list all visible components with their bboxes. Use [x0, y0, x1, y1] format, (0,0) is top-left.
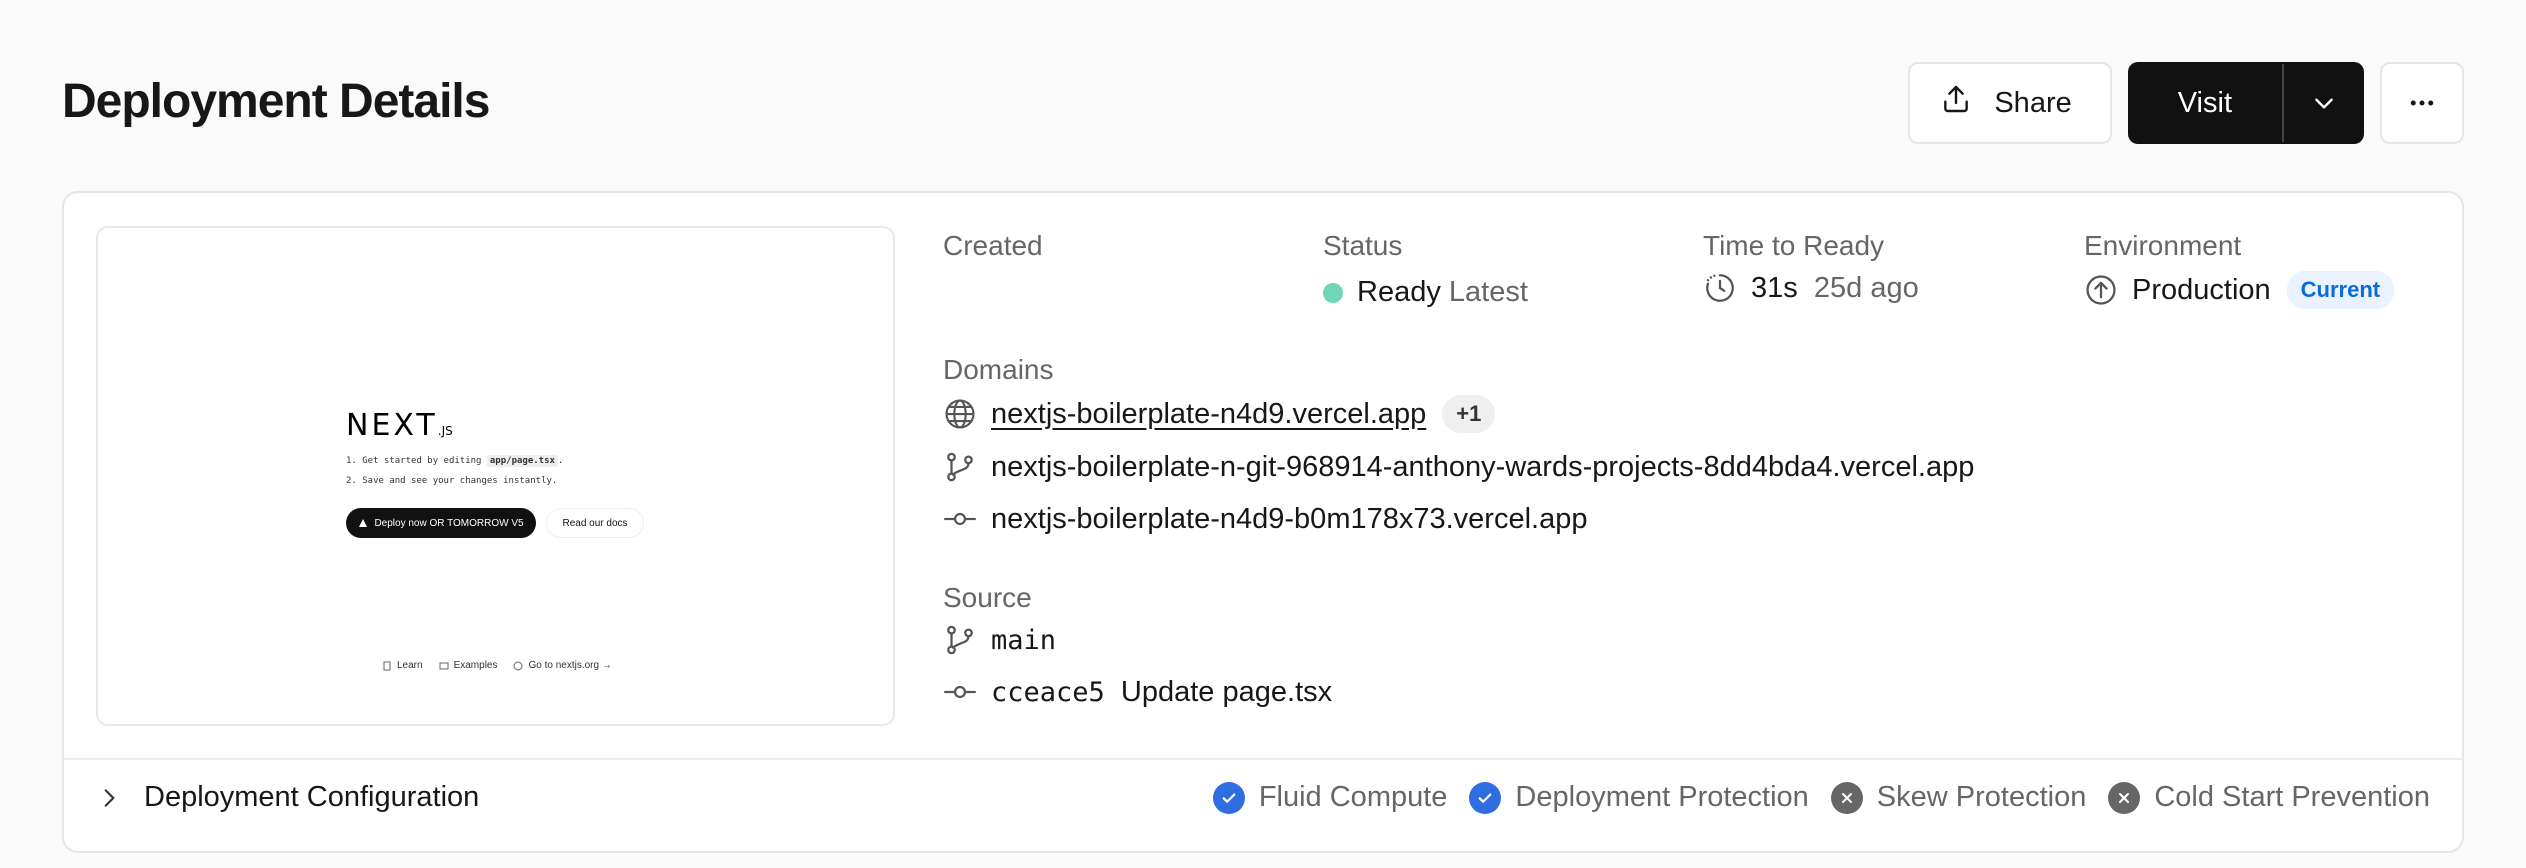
preview-docs-button: Read our docs [546, 508, 644, 538]
chevron-right-icon [104, 788, 115, 807]
current-badge: Current [2286, 271, 2395, 309]
deployment-configuration-toggle[interactable]: Deployment Configuration [96, 781, 479, 814]
triangle-icon [359, 519, 368, 527]
feature-skew-protection: Skew Protection [1830, 781, 2086, 814]
domain-git-link[interactable]: nextjs-boilerplate-n-git-968914-anthony-… [991, 451, 1974, 484]
card-divider [64, 758, 2462, 760]
domain-extra-count[interactable]: +1 [1442, 395, 1496, 433]
nextjs-logo: NEXT.JS [346, 408, 453, 443]
time-ago-text: 25d ago [1813, 271, 1919, 304]
domain-primary-link[interactable]: nextjs-boilerplate-n4d9.vercel.app [991, 398, 1426, 431]
deployment-card: NEXT.JS 1. Get started by editing app/pa… [62, 191, 2464, 853]
arrow-up-circle-icon [2084, 273, 2118, 307]
preview-footer-learn: Learn [382, 660, 423, 671]
chevron-down-icon [2315, 98, 2333, 109]
environment-label: Environment [2084, 230, 2242, 261]
file-icon [383, 661, 391, 670]
time-to-ready-label: Time to Ready [1703, 230, 1885, 261]
x-circle-icon [2108, 781, 2141, 814]
domain-commit-link[interactable]: nextjs-boilerplate-n4d9-b0m178x73.vercel… [991, 503, 1587, 536]
created-label: Created [943, 230, 1043, 261]
source-branch-row: main [943, 623, 1056, 657]
more-options-button[interactable] [2380, 62, 2464, 144]
git-commit-icon [943, 675, 977, 709]
domain-git-row: nextjs-boilerplate-n-git-968914-anthony-… [943, 450, 1974, 484]
header-actions: Share Visit [1908, 62, 2464, 144]
status-text: Ready [1357, 276, 1441, 308]
preview-footer-examples: Examples [439, 660, 497, 671]
source-commit-row: cceace5 Update page.tsx [943, 675, 1332, 709]
deployment-preview[interactable]: NEXT.JS 1. Get started by editing app/pa… [96, 226, 895, 726]
visit-button-group: Visit [2127, 62, 2364, 144]
check-circle-icon [1212, 781, 1245, 814]
feature-fluid-compute: Fluid Compute [1212, 781, 1447, 814]
domain-commit-row: nextjs-boilerplate-n4d9-b0m178x73.vercel… [943, 502, 1587, 536]
time-to-ready-value: 31s 25d ago [1703, 271, 1919, 305]
visit-button[interactable]: Visit [2128, 64, 2282, 142]
preview-footer-nextjs: Go to nextjs.org → [513, 660, 612, 671]
page-title: Deployment Details [62, 75, 490, 128]
git-commit-icon [943, 502, 977, 536]
source-commit-hash[interactable]: cceace5 [991, 677, 1105, 708]
source-branch[interactable]: main [991, 625, 1056, 656]
source-commit-message[interactable]: Update page.tsx [1121, 676, 1332, 709]
domains-label: Domains [943, 354, 1054, 385]
environment-value: Production Current [2084, 271, 2395, 309]
deployment-configuration-label: Deployment Configuration [144, 781, 480, 813]
feature-cold-start-prevention: Cold Start Prevention [2108, 781, 2430, 814]
preview-deploy-button: Deploy now OR TOMORROW V5 [346, 508, 536, 538]
status-value: Ready Latest [1323, 276, 1528, 309]
upload-icon [1940, 83, 1972, 123]
more-horizontal-icon [2410, 100, 2434, 106]
share-button[interactable]: Share [1908, 62, 2112, 144]
git-branch-icon [943, 450, 977, 484]
preview-step-1: 1. Get started by editing app/page.tsx. [346, 455, 564, 467]
visit-dropdown-button[interactable] [2284, 64, 2364, 142]
x-circle-icon [1830, 781, 1863, 814]
git-branch-icon [943, 623, 977, 657]
preview-step-2: 2. Save and see your changes instantly. [346, 476, 558, 486]
time-value-text: 31s [1751, 271, 1798, 304]
environment-text: Production [2132, 273, 2271, 306]
check-circle-icon [1469, 781, 1502, 814]
feature-deployment-protection: Deployment Protection [1469, 781, 1809, 814]
globe-icon [943, 397, 977, 431]
configuration-features: Fluid Compute Deployment Protection Skew… [1212, 781, 2430, 814]
globe-icon [513, 661, 523, 670]
clock-icon [1703, 271, 1737, 305]
status-tag: Latest [1448, 276, 1528, 308]
status-label: Status [1323, 230, 1403, 261]
share-label: Share [1994, 86, 2072, 119]
preview-footer: Learn Examples Go to nextjs.org → [382, 660, 612, 671]
source-label: Source [943, 582, 1032, 613]
window-icon [439, 662, 449, 669]
status-dot [1323, 282, 1343, 303]
domain-primary-row: nextjs-boilerplate-n4d9.vercel.app +1 [943, 395, 1496, 433]
